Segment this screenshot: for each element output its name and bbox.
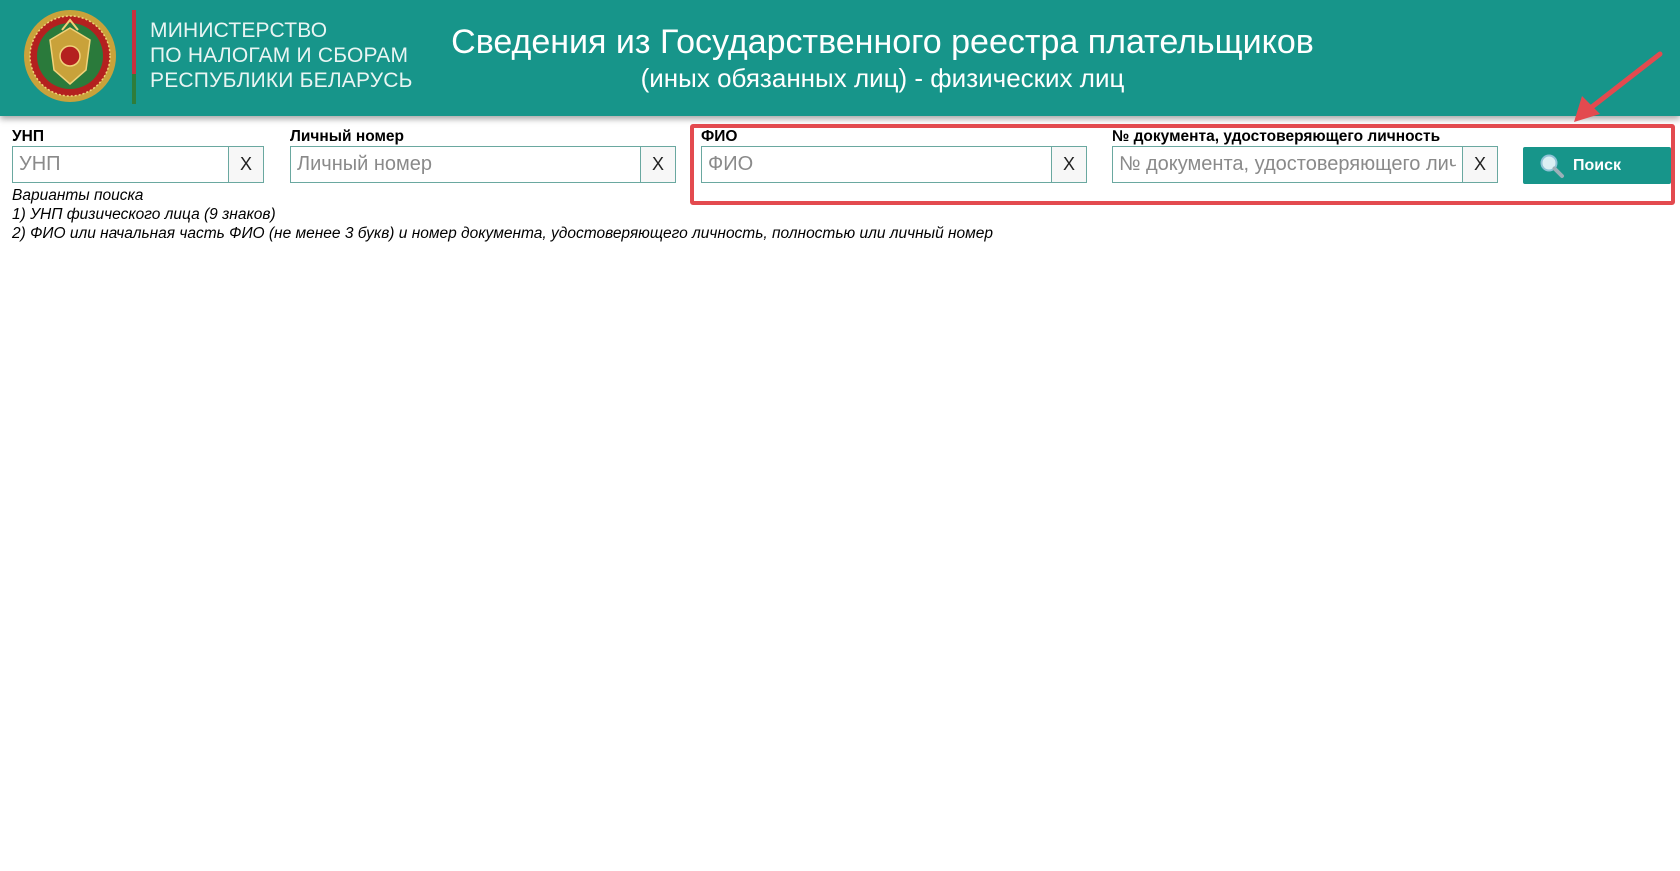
page-title-line2: (иных обязанных лиц) - физических лиц [640,63,1125,93]
page-title-line1: Сведения из Государственного реестра пла… [451,23,1314,61]
personal-number-label: Личный номер [290,128,405,145]
unp-clear-button[interactable]: X [228,147,263,182]
unp-input[interactable] [13,147,228,182]
document-number-clear-button[interactable]: X [1462,147,1497,182]
search-button[interactable]: Поиск [1523,147,1671,184]
fio-input[interactable] [702,147,1051,182]
page-title: Сведения из Государственного реестра пла… [440,22,1325,94]
flag-stripe [132,10,136,104]
red-arrow-icon [1574,51,1663,122]
ministry-name-line: ПО НАЛОГАМ И СБОРАМ [150,44,409,67]
unp-input-row: X [12,146,264,183]
personal-number-clear-button[interactable]: X [640,147,675,182]
ministry-name-line: РЕСПУБЛИКИ БЕЛАРУСЬ [150,69,413,92]
fio-input-row: X [701,146,1087,183]
hint-line-1: 1) УНП физического лица (9 знаков) [12,206,276,223]
document-number-label: № документа, удостоверяющего личность [1112,128,1441,145]
header-banner: МИНИСТЕРСТВО ПО НАЛОГАМ И СБОРАМ РЕСПУБЛ… [0,0,1680,116]
search-hints: Варианты поиска 1) УНП физического лица … [12,186,993,243]
ministry-name-line: МИНИСТЕРСТВО [150,19,328,42]
ministry-name: МИНИСТЕРСТВО ПО НАЛОГАМ И СБОРАМ РЕСПУБЛ… [150,18,413,93]
hint-line-2: 2) ФИО или начальная часть ФИО (не менее… [12,225,994,242]
document-number-input[interactable] [1113,147,1462,182]
magnifier-icon [1540,154,1564,178]
ministry-emblem-icon [24,10,116,102]
unp-field-group: УНП X [12,128,264,183]
personal-number-input-row: X [290,146,676,183]
unp-label: УНП [12,128,44,145]
fio-label: ФИО [701,128,738,145]
personal-number-field-group: Личный номер X [290,128,676,183]
personal-number-input[interactable] [291,147,640,182]
fio-field-group: ФИО X [701,128,1087,183]
search-button-label: Поиск [1573,156,1622,174]
fio-clear-button[interactable]: X [1051,147,1086,182]
document-number-field-group: № документа, удостоверяющего личность X [1112,128,1498,183]
hints-title: Варианты поиска [12,187,144,204]
document-number-input-row: X [1112,146,1498,183]
